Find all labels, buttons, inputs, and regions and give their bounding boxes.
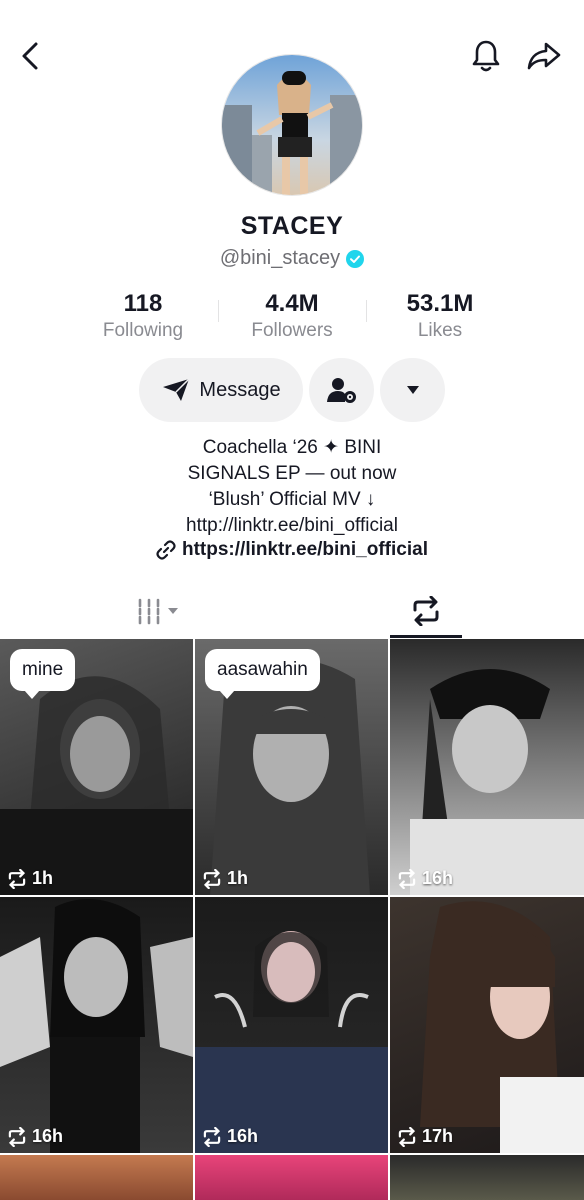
video-time: 16h <box>32 1126 64 1146</box>
profile-handle: @bini_stacey <box>219 247 341 269</box>
stat-value: 4.4M <box>265 290 319 317</box>
avatar[interactable] <box>221 54 363 196</box>
profile-actions: Message <box>0 358 584 424</box>
video-time: 1h <box>227 868 249 888</box>
stat-label: Followers <box>251 320 333 341</box>
video-thumbnail <box>420 901 584 1153</box>
stat-label: Likes <box>417 320 463 341</box>
video-tile[interactable]: mine 1h <box>0 639 193 895</box>
video-time: 16h <box>227 1126 259 1146</box>
video-caption-bubble: mine <box>10 649 76 699</box>
bio-line: http://linktr.ee/bini_official <box>186 515 398 536</box>
repost-icon <box>8 868 26 889</box>
bio-line: ‘Blush’ Official MV ↓ <box>208 489 376 510</box>
message-button[interactable]: Message <box>139 358 303 422</box>
bio-link-text: https://linktr.ee/bini_official <box>182 539 428 560</box>
more-options-button[interactable] <box>380 358 445 422</box>
video-grid: mine 1h aasawahin 1h 16h 16h 16h 17h <box>0 639 584 1200</box>
video-tile[interactable]: aasawahin 1h <box>195 639 388 895</box>
share-arrow-icon <box>527 42 561 70</box>
bell-icon <box>472 40 500 72</box>
video-time: 17h <box>422 1126 454 1146</box>
stat-following[interactable]: 118 Following <box>68 290 218 342</box>
video-meta: 16h <box>396 868 453 889</box>
profile-stats: 118 Following 4.4M Followers 53.1M Likes <box>0 290 584 346</box>
caret-down-icon <box>406 386 419 394</box>
chevron-left-icon <box>22 42 38 70</box>
video-thumbnail <box>195 931 388 1153</box>
video-tile[interactable]: 16h <box>195 897 388 1153</box>
video-meta: 17h <box>396 1126 453 1147</box>
video-meta: 1h <box>6 868 53 889</box>
video-tile[interactable] <box>390 1155 584 1200</box>
video-thumbnail <box>410 669 584 895</box>
video-grid-icon <box>138 598 178 625</box>
profile-bio: Coachella ‘26 ✦ BINI SIGNALS EP — out no… <box>0 435 584 539</box>
handle-row: @bini_stacey <box>0 247 584 270</box>
repost-icon <box>203 868 221 889</box>
person-gear-icon <box>326 378 356 403</box>
video-tile[interactable]: 17h <box>390 897 584 1153</box>
video-thumbnail <box>0 899 193 1153</box>
follow-settings-button[interactable] <box>309 358 374 422</box>
bio-line: Coachella ‘26 ✦ BINI <box>202 437 382 458</box>
verified-badge-icon <box>346 249 365 268</box>
avatar-photo <box>222 55 362 195</box>
video-meta: 16h <box>201 1126 258 1147</box>
repost-icon <box>8 1126 26 1147</box>
active-tab-indicator <box>390 635 462 638</box>
video-tile[interactable] <box>195 1155 388 1200</box>
tab-reposts[interactable] <box>390 585 462 637</box>
back-button[interactable] <box>9 34 53 78</box>
content-tabs <box>0 585 584 639</box>
video-meta: 1h <box>201 868 248 889</box>
repost-icon <box>413 596 439 626</box>
bio-link[interactable]: https://linktr.ee/bini_official <box>0 539 584 561</box>
video-tile[interactable]: 16h <box>390 639 584 895</box>
paper-plane-icon <box>163 378 190 401</box>
bio-line: SIGNALS EP — out now <box>187 463 397 484</box>
stat-followers[interactable]: 4.4M Followers <box>217 290 367 342</box>
stat-value: 53.1M <box>406 290 474 317</box>
repost-icon <box>203 1126 221 1147</box>
video-tile[interactable] <box>0 1155 193 1200</box>
profile-name: STACEY <box>240 212 344 240</box>
stat-label: Following <box>102 320 184 341</box>
link-icon <box>156 540 176 560</box>
stat-likes[interactable]: 53.1M Likes <box>365 290 515 342</box>
stat-value: 118 <box>123 290 163 317</box>
tab-videos[interactable] <box>110 585 210 637</box>
video-caption-bubble: aasawahin <box>205 649 320 699</box>
share-button[interactable] <box>522 34 566 78</box>
video-tile[interactable]: 16h <box>0 897 193 1153</box>
repost-icon <box>398 1126 416 1147</box>
repost-icon <box>398 868 416 889</box>
video-time: 16h <box>422 868 454 888</box>
message-button-label: Message <box>199 378 281 401</box>
video-time: 1h <box>32 868 54 888</box>
notification-bell-button[interactable] <box>464 34 508 78</box>
video-meta: 16h <box>6 1126 63 1147</box>
